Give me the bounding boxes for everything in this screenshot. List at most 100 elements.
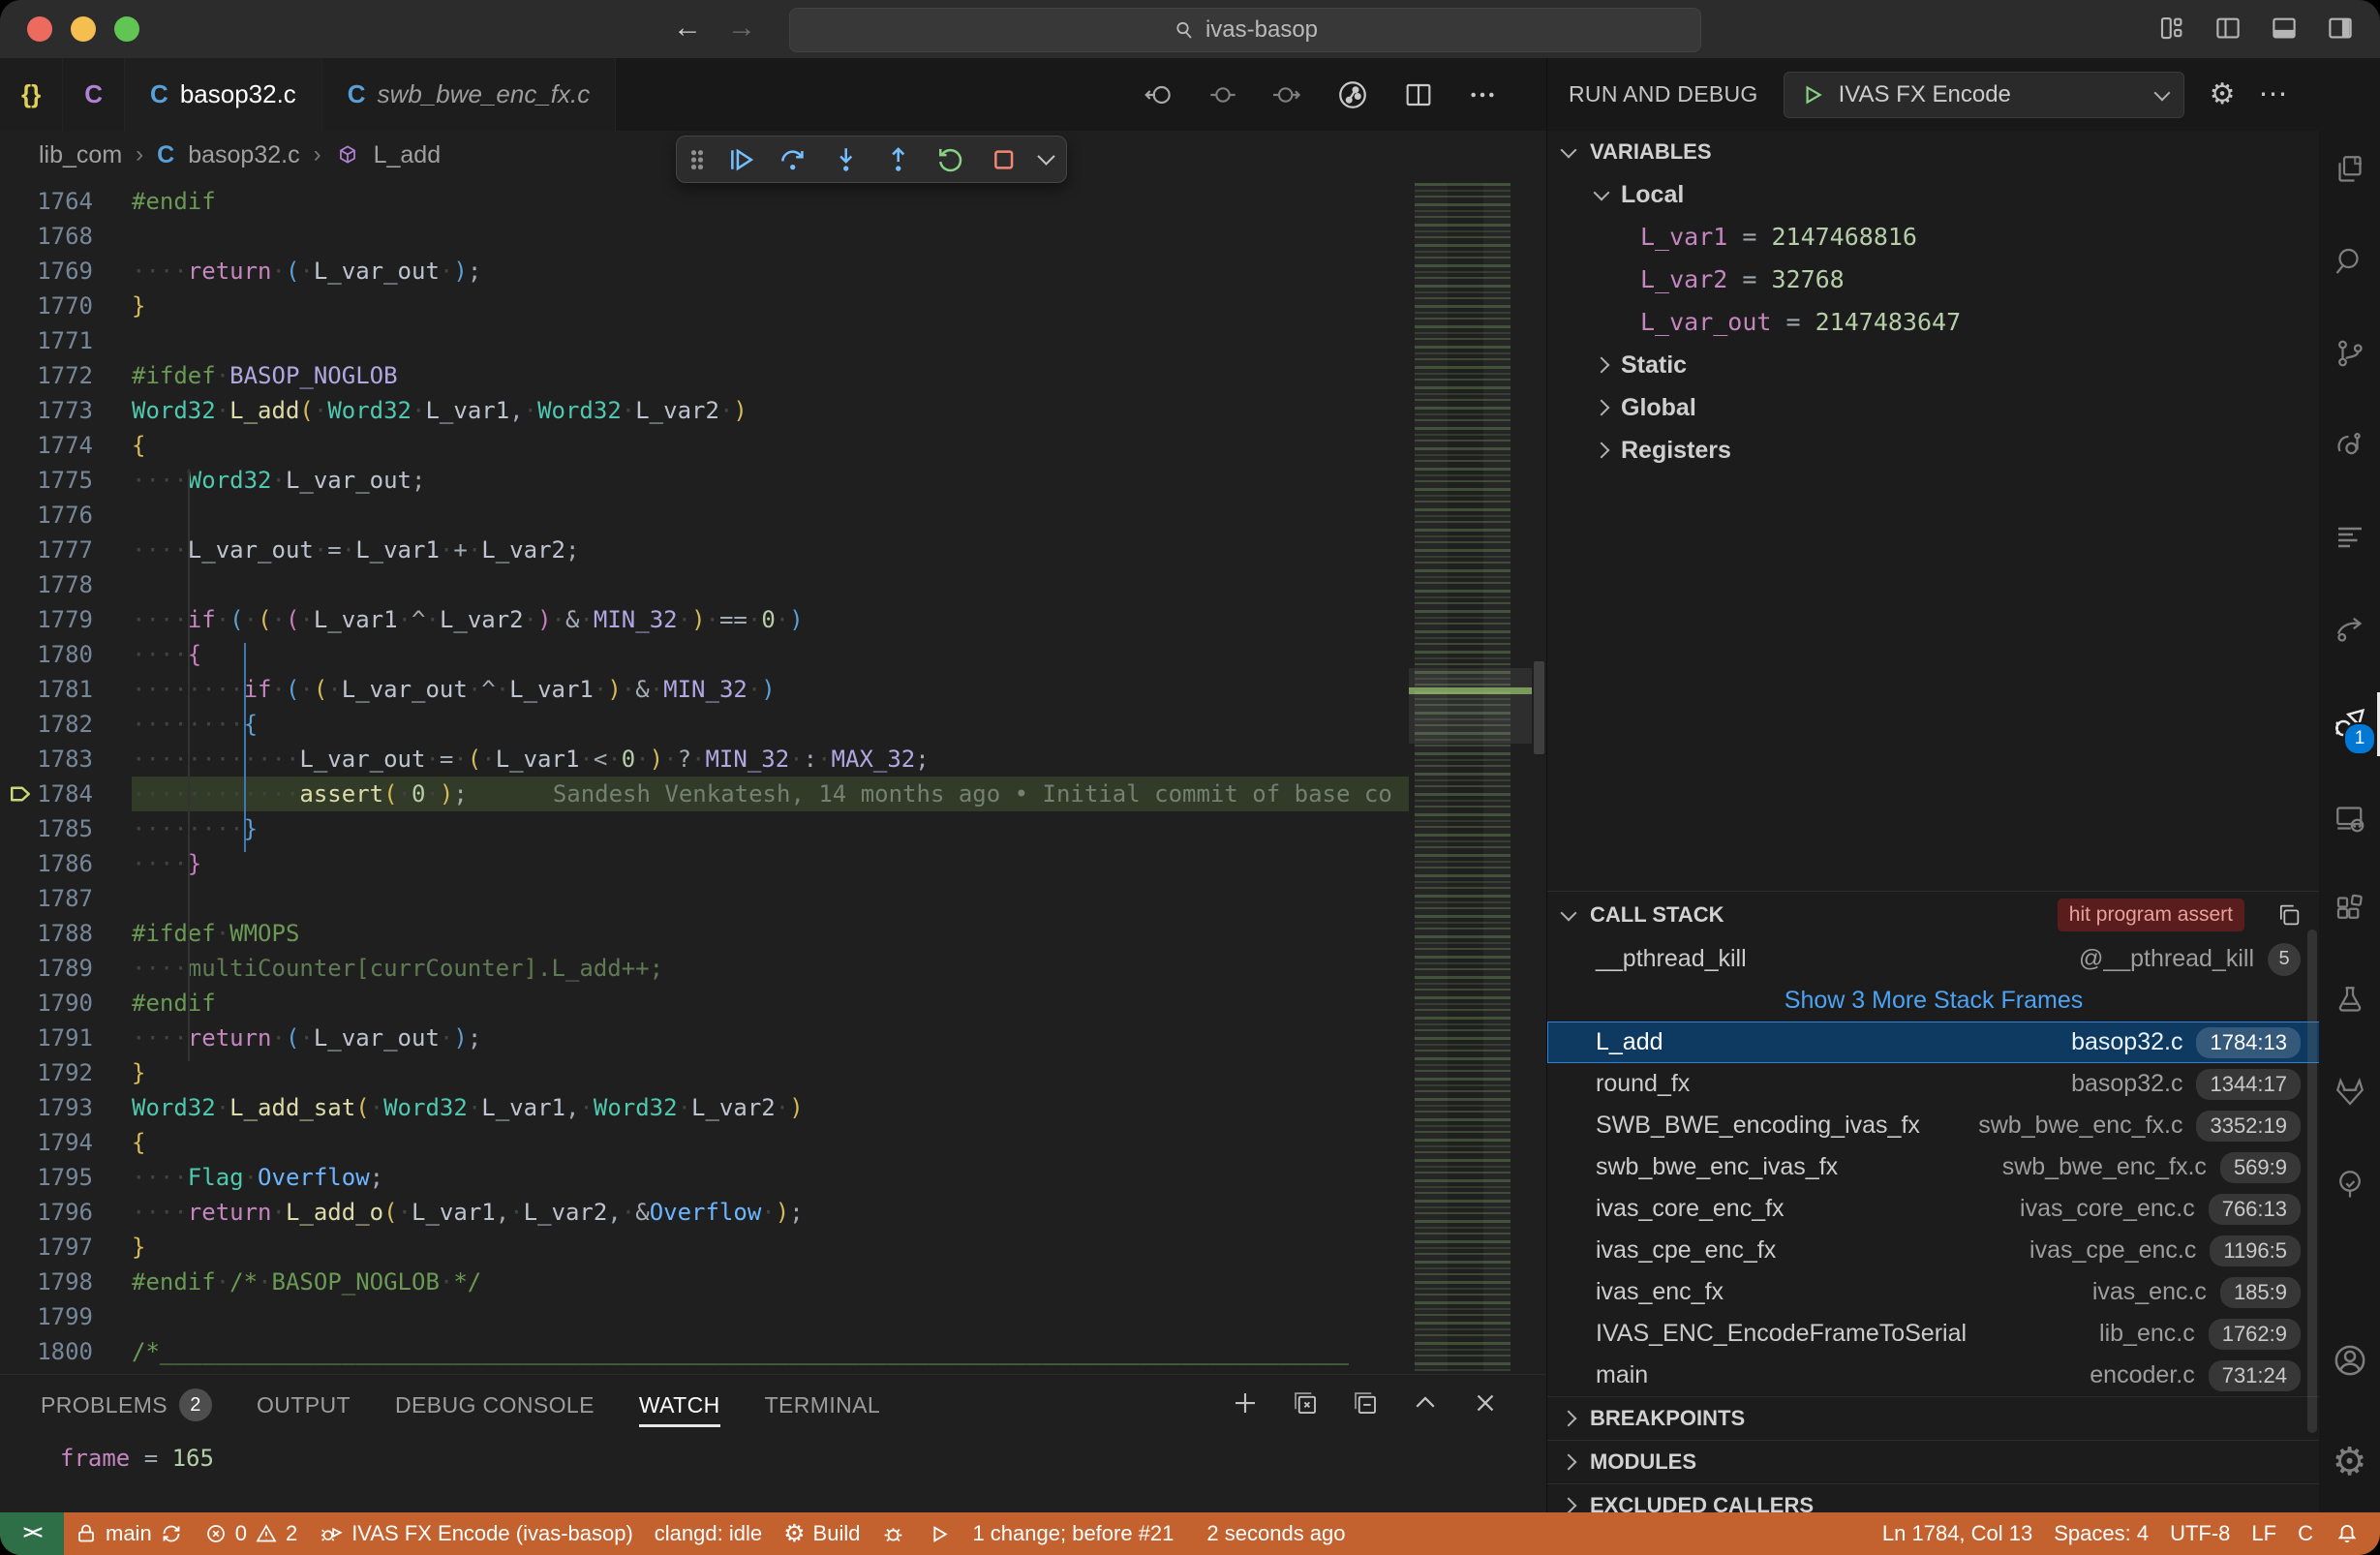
variable-row[interactable]: L_var1 = 2147468816 [1547, 216, 2320, 259]
code-line-1785[interactable]: 1785········} [0, 811, 1409, 846]
stack-frame-main[interactable]: mainencoder.c731:24 [1547, 1355, 2320, 1396]
account-icon[interactable] [2319, 1326, 2380, 1394]
more-actions-icon[interactable] [1467, 79, 1498, 110]
gitlab-icon[interactable] [2319, 1058, 2380, 1126]
code-line-1794[interactable]: 1794{ [0, 1125, 1409, 1160]
variable-row[interactable]: L_var_out = 2147483647 [1547, 301, 2320, 344]
nav-back-icon[interactable] [1144, 79, 1175, 110]
problems-status-item[interactable]: 0 2 [194, 1512, 309, 1555]
step-out-button[interactable] [882, 143, 914, 176]
eol-status-item[interactable]: LF [2241, 1512, 2287, 1555]
run-task-status-item[interactable] [916, 1512, 961, 1555]
remote-indicator[interactable]: >< [0, 1512, 64, 1555]
toggle-panel-icon[interactable] [2270, 14, 2299, 43]
launch-config-dropdown[interactable]: IVAS FX Encode [1784, 72, 2184, 118]
watch-expression-row[interactable]: frame = 165 [0, 1445, 1546, 1472]
scm-changes-status-item[interactable]: 1 change; before #212 seconds ago [961, 1512, 1356, 1555]
indentation-status-item[interactable]: Spaces: 4 [2043, 1512, 2159, 1555]
code-line-1791[interactable]: 1791····return·(·L_var_out·); [0, 1021, 1409, 1055]
start-debug-icon[interactable] [1800, 82, 1825, 107]
code-line-1796[interactable]: 1796····return·L_add_o(·L_var1,·L_var2,·… [0, 1195, 1409, 1230]
code-line-1798[interactable]: 1798#endif·/*·BASOP_NOGLOB·*/ [0, 1265, 1409, 1299]
variables-group-global[interactable]: Global [1547, 386, 2320, 429]
code-line-1793[interactable]: 1793Word32·L_add_sat(·Word32·L_var1,·Wor… [0, 1090, 1409, 1125]
code-line-1792[interactable]: 1792} [0, 1055, 1409, 1090]
outline-icon[interactable] [2319, 503, 2380, 571]
code-line-1779[interactable]: 1779····if·(·(·(·L_var1·^·L_var2·)·&·MIN… [0, 602, 1409, 637]
prev-change-icon[interactable] [1207, 79, 1238, 110]
settings-gear-icon[interactable]: ⚙ [2319, 1428, 2380, 1496]
breadcrumb-folder[interactable]: lib_com [39, 141, 122, 169]
run-and-debug-icon[interactable]: 1 [2319, 689, 2380, 757]
stack-frame-swb_bwe_enc_ivas_fx[interactable]: swb_bwe_enc_ivas_fxswb_bwe_enc_fx.c569:9 [1547, 1146, 2320, 1188]
minimap-slider[interactable] [1409, 668, 1532, 744]
stack-frame-ivas_enc_fx[interactable]: ivas_enc_fxivas_enc.c185:9 [1547, 1271, 2320, 1313]
section-header-breakpoints[interactable]: BREAKPOINTS [1547, 1396, 2320, 1440]
restart-button[interactable] [934, 143, 966, 176]
tab-pinned-0[interactable]: {} [0, 58, 63, 131]
command-center-search[interactable]: ivas-basop [789, 8, 1701, 52]
code-line-1774[interactable]: 1774{ [0, 428, 1409, 463]
drag-grip-icon[interactable] [690, 149, 704, 170]
language-mode-status-item[interactable]: C [2287, 1512, 2324, 1555]
code-line-1769[interactable]: 1769····return·(·L_var_out·); [0, 254, 1409, 289]
copy-call-stack-icon[interactable] [2275, 901, 2303, 929]
run-or-debug-icon[interactable] [1335, 77, 1370, 112]
code-line-1776[interactable]: 1776 [0, 498, 1409, 533]
code-line-1764[interactable]: 1764#endif [0, 184, 1409, 219]
step-into-button[interactable] [830, 143, 862, 176]
scrollbar-thumb[interactable] [1534, 661, 1544, 754]
code-line-1768[interactable]: 1768 [0, 219, 1409, 254]
encoding-status-item[interactable]: UTF-8 [2159, 1512, 2241, 1555]
debug-more-actions-icon[interactable]: ⋯ [2259, 77, 2290, 111]
remove-all-expressions-icon[interactable] [1291, 1388, 1320, 1418]
code-editor[interactable]: 1764#endif17681769····return·(·L_var_out… [0, 179, 1546, 1375]
collapse-all-icon[interactable] [1351, 1388, 1380, 1418]
history-back-button[interactable]: ← [673, 12, 702, 45]
minimize-window-button[interactable] [71, 16, 96, 42]
tab-pinned-1[interactable]: C [63, 58, 125, 131]
stack-frame-SWB_BWE_encoding_ivas_fx[interactable]: SWB_BWE_encoding_ivas_fxswb_bwe_enc_fx.c… [1547, 1105, 2320, 1146]
variable-row[interactable]: L_var2 = 32768 [1547, 259, 2320, 301]
code-line-1797[interactable]: 1797} [0, 1230, 1409, 1265]
debug-settings-gear-icon[interactable]: ⚙ [2210, 80, 2236, 109]
toggle-secondary-sidebar-icon[interactable] [2326, 14, 2355, 43]
variables-group-registers[interactable]: Registers [1547, 429, 2320, 472]
history-forward-button[interactable]: → [727, 12, 756, 45]
code-line-1790[interactable]: 1790#endif [0, 986, 1409, 1021]
code-line-1775[interactable]: 1775····Word32·L_var_out; [0, 463, 1409, 498]
explorer-icon[interactable] [2319, 136, 2380, 203]
search-icon[interactable] [2319, 228, 2380, 295]
code-line-1786[interactable]: 1786····} [0, 846, 1409, 881]
panel-tab-watch[interactable]: WATCH [639, 1375, 720, 1435]
variables-group-local[interactable]: Local [1547, 173, 2320, 216]
stack-frame-L_add[interactable]: L_addbasop32.c1784:13 [1547, 1021, 2320, 1063]
code-line-1783[interactable]: 1783············L_var_out·=·(·L_var1·<·0… [0, 742, 1409, 777]
code-line-1781[interactable]: 1781········if·(·(·L_var_out·^·L_var1·)·… [0, 672, 1409, 707]
continue-button[interactable] [724, 143, 756, 176]
tab-basop32.c[interactable]: Cbasop32.c [125, 58, 322, 131]
sidebar-scrollbar[interactable] [2307, 930, 2317, 1433]
code-line-1778[interactable]: 1778 [0, 567, 1409, 602]
code-line-1799[interactable]: 1799 [0, 1299, 1409, 1334]
bug-status-item[interactable] [870, 1512, 916, 1555]
code-line-1777[interactable]: 1777····L_var_out·=·L_var1·+·L_var2; [0, 533, 1409, 567]
panel-tab-debug-console[interactable]: DEBUG CONSOLE [395, 1375, 595, 1435]
extensions-icon[interactable] [2319, 874, 2380, 942]
source-control-icon[interactable] [2319, 320, 2380, 387]
code-line-1771[interactable]: 1771 [0, 323, 1409, 358]
maximize-panel-icon[interactable] [1411, 1388, 1440, 1418]
cursor-position-status-item[interactable]: Ln 1784, Col 13 [1872, 1512, 2043, 1555]
breadcrumb-file[interactable]: basop32.c [188, 141, 299, 169]
variables-section-header[interactable]: VARIABLES [1547, 131, 2320, 173]
minimap[interactable] [1409, 179, 1532, 1375]
stack-frame-IVAS_ENC_EncodeFrameToSerial[interactable]: IVAS_ENC_EncodeFrameToSeriallib_enc.c176… [1547, 1313, 2320, 1355]
customize-layout-icon[interactable] [2157, 14, 2186, 43]
code-line-1787[interactable]: 1787 [0, 881, 1409, 916]
section-header-modules[interactable]: MODULES [1547, 1440, 2320, 1483]
stack-frame-ivas_core_enc_fx[interactable]: ivas_core_enc_fxivas_core_enc.c766:13 [1547, 1188, 2320, 1230]
close-panel-icon[interactable] [1471, 1388, 1500, 1418]
code-line-1789[interactable]: 1789····multiCounter[currCounter].L_add+… [0, 951, 1409, 986]
tab-swb_bwe_enc_fx.c[interactable]: Cswb_bwe_enc_fx.c [322, 58, 616, 131]
stop-button[interactable] [988, 143, 1020, 176]
